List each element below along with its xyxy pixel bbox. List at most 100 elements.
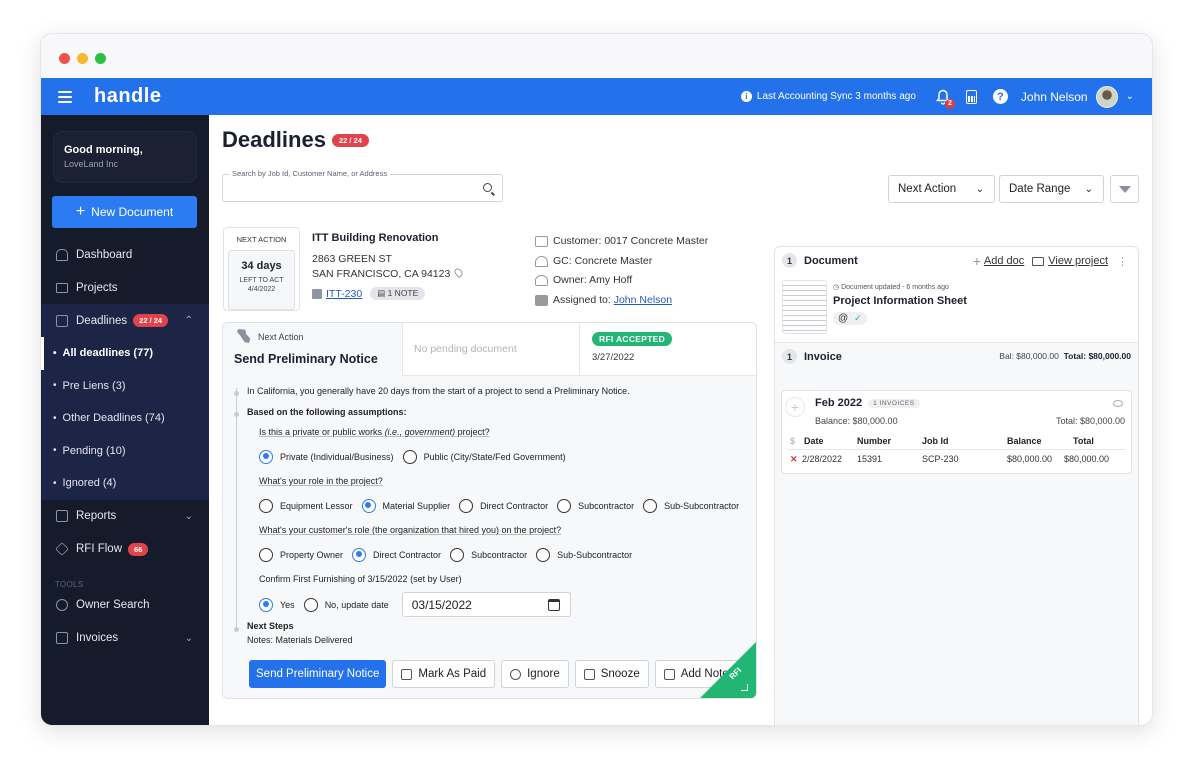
assignee-link[interactable]: John Nelson [614,291,672,311]
eye-off-icon[interactable] [1113,400,1123,407]
user-avatar[interactable] [1095,85,1118,108]
chevron-down-icon[interactable]: ⌄ [1126,91,1134,102]
map-pin-icon[interactable] [453,266,465,279]
column-header-number[interactable]: Number [857,436,891,446]
radio-button[interactable] [450,547,465,562]
help-icon[interactable]: ? [992,89,1008,104]
more-options-icon[interactable]: ⋮ [1117,255,1128,268]
radio-customer-subcontractor[interactable]: Subcontractor [450,547,527,562]
radio-button[interactable] [643,498,658,513]
hard-hat-icon [535,255,548,267]
greeting-text: Good morning, [64,144,143,156]
sidebar-subitem-all-deadlines[interactable]: • All deadlines (77) [41,337,209,370]
minimize-window-button[interactable] [77,53,88,64]
menu-icon[interactable] [58,90,72,103]
tab-rfi[interactable]: RFI ACCEPTED 3/27/2022 [580,323,756,375]
sidebar-item-projects[interactable]: Projects [41,271,209,304]
radio-button[interactable] [303,597,318,612]
next-action-dropdown[interactable]: Next Action ⌄ [888,175,995,203]
sidebar-item-rfi-flow[interactable]: RFI Flow 66 [41,533,209,566]
radio-label: Subcontractor [578,500,635,511]
search-input[interactable]: Search by Job Id, Customer Name, or Addr… [222,169,503,202]
eye-off-icon [510,668,522,680]
q1-italic: (i.e., government) [384,427,456,437]
furnishing-date-input[interactable]: 03/15/2022 [401,592,571,617]
chevron-down-icon[interactable]: ⌄ [185,633,193,644]
tab-pending-document[interactable]: No pending document [402,323,580,375]
radio-yes[interactable]: Yes [259,597,295,612]
chevron-up-icon[interactable]: ⌃ [185,315,193,326]
document-name[interactable]: Project Information Sheet [833,295,967,307]
column-header-job-id[interactable]: Job Id [922,436,949,446]
column-header-date[interactable]: Date [804,436,824,446]
page-title-text: Deadlines [222,127,326,152]
radio-public[interactable]: Public (City/State/Fed Government) [402,449,566,464]
sidebar-item-deadlines[interactable]: Deadlines 22 / 24 ⌃ [41,304,209,337]
filter-button[interactable] [1110,175,1139,203]
maximize-window-button[interactable] [95,53,106,64]
radio-equipment-lessor[interactable]: Equipment Lessor [259,498,353,513]
radio-button[interactable] [557,498,572,513]
search-icon[interactable] [483,183,492,192]
project-name[interactable]: ITT Building Renovation [312,232,462,244]
calculator-icon[interactable] [965,89,977,104]
radio-no-update-date[interactable]: No, update date [303,597,389,612]
sidebar-item-dashboard[interactable]: Dashboard [41,238,209,271]
radio-material-supplier[interactable]: Material Supplier [361,498,450,513]
calendar-icon[interactable] [547,598,560,611]
new-document-button[interactable]: + New Document [52,196,197,228]
sidebar-subitem-pre-liens[interactable]: • Pre Liens (3) [41,370,209,403]
sidebar-subitem-pending[interactable]: • Pending (10) [41,435,209,468]
owner: Owner: Amy Hoff [553,274,633,286]
filter-icon [1118,185,1131,193]
radio-label: No, update date [324,599,389,610]
date-range-dropdown[interactable]: Date Range ⌄ [999,175,1104,203]
add-doc-link[interactable]: Add doc [984,255,1024,267]
radio-button[interactable] [402,449,417,464]
radio-label: Property Owner [280,549,344,560]
radio-customer-direct-contractor[interactable]: Direct Contractor [352,547,441,562]
address-line1: 2863 GREEN ST [312,253,392,265]
radio-button[interactable] [259,597,273,612]
user-name[interactable]: John Nelson [1021,90,1088,104]
radio-button[interactable] [361,498,376,513]
notifications-button[interactable]: 2 [935,89,955,109]
document-icon [663,668,675,680]
radio-button[interactable] [536,547,551,562]
radio-subcontractor[interactable]: Subcontractor [557,498,635,513]
sidebar-subitem-ignored[interactable]: • Ignored (4) [41,467,209,500]
radio-private[interactable]: Private (Individual/Business) [259,449,394,464]
radio-button[interactable] [259,449,273,464]
sidebar-subitem-other-deadlines[interactable]: • Other Deadlines (74) [41,402,209,435]
radio-sub-subcontractor[interactable]: Sub-Subcontractor [643,498,739,513]
snooze-button[interactable]: Snooze [574,660,649,688]
remove-icon[interactable]: ✕ [790,454,798,465]
handle-logo[interactable]: handle [94,85,161,108]
view-project-link[interactable]: View project [1048,255,1108,267]
timeline-line [236,388,237,630]
rfi-flow-badge: 66 [128,542,149,556]
radio-label: Private (Individual/Business) [280,451,394,462]
column-header-total[interactable]: Total [1073,436,1094,446]
send-preliminary-notice-button[interactable]: Send Preliminary Notice [249,660,387,688]
document-thumbnail[interactable] [782,280,827,334]
radio-button[interactable] [259,547,273,562]
radio-property-owner[interactable]: Property Owner [259,547,344,562]
job-id-link[interactable]: ITT-230 [326,288,362,300]
radio-button[interactable] [352,547,367,562]
sidebar-item-invoices[interactable]: Invoices ⌄ [41,622,209,655]
sidebar-item-reports[interactable]: Reports ⌄ [41,500,209,533]
tab-next-action[interactable]: Next Action Send Preliminary Notice [223,323,402,377]
notes-chip[interactable]: ▤ 1 NOTE [370,287,426,300]
radio-direct-contractor[interactable]: Direct Contractor [459,498,548,513]
radio-button[interactable] [259,498,273,513]
chevron-down-icon[interactable]: ⌄ [185,511,193,522]
sidebar-item-owner-search[interactable]: Owner Search [41,589,209,622]
mark-as-paid-button[interactable]: Mark As Paid [392,660,496,688]
ignore-button[interactable]: Ignore [501,660,569,688]
close-window-button[interactable] [59,53,70,64]
expand-plus-icon[interactable]: + [785,397,805,417]
radio-customer-sub-subcontractor[interactable]: Sub-Subcontractor [536,547,632,562]
column-header-balance[interactable]: Balance [1007,436,1042,446]
radio-button[interactable] [459,498,474,513]
